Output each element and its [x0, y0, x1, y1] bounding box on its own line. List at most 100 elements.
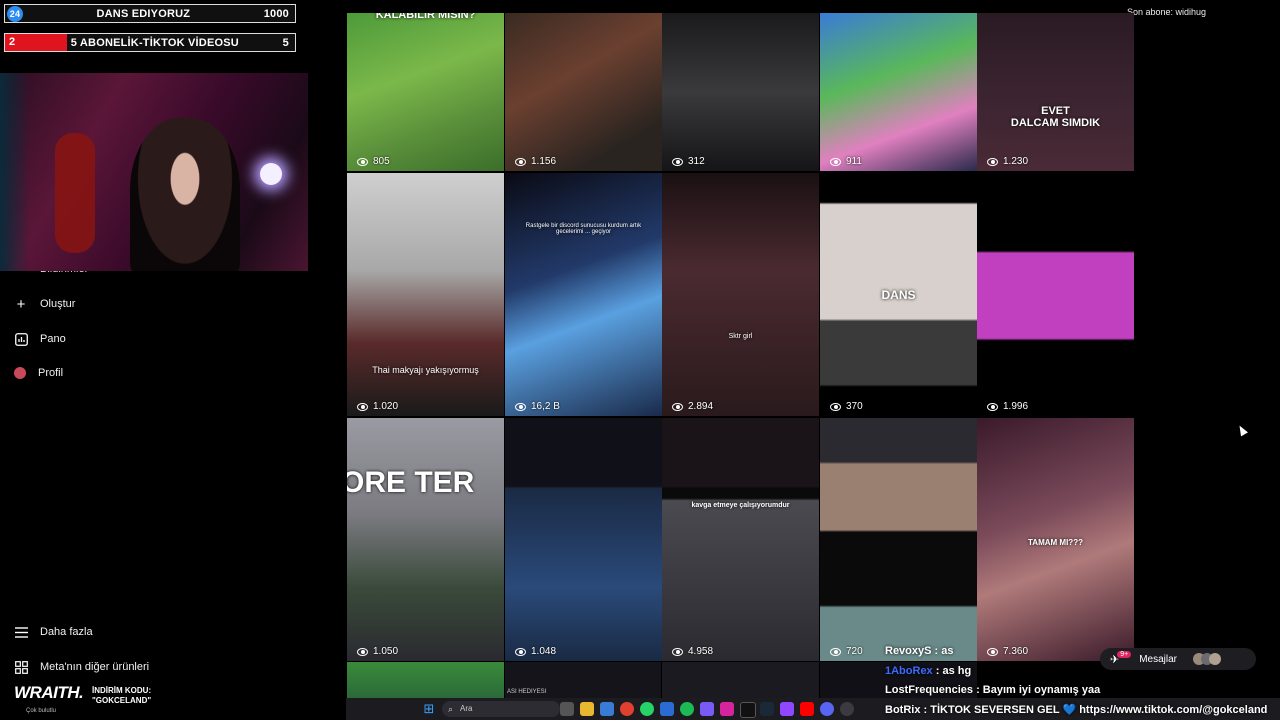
eye-icon — [987, 402, 998, 411]
view-count: 1.156 — [515, 156, 556, 167]
view-count-value: 1.048 — [531, 646, 557, 657]
tile-caption: EVET DALCAM SIMDIK — [1010, 105, 1101, 129]
sponsor-code: İNDİRİM KODU: "GOKCELAND" — [92, 686, 151, 706]
sidebar-item-label: Pano — [40, 333, 66, 345]
view-count: 370 — [830, 401, 863, 412]
steam-icon[interactable] — [760, 702, 774, 716]
chat-message: : as hg — [932, 665, 972, 677]
mouse-cursor — [1236, 423, 1248, 437]
goal-value: 5 — [282, 36, 289, 49]
view-count: 911 — [830, 156, 862, 167]
weather-text: Çok bulutlu — [26, 708, 57, 714]
messages-button[interactable]: ✈ 9+ Mesajlar — [1100, 648, 1256, 670]
goal-bar-subs: 2 5 ABONELİK-TİKTOK VİDEOSU 5 — [4, 33, 296, 52]
view-count-value: 1.050 — [373, 646, 399, 657]
sidebar-item-dashboard[interactable]: Pano — [14, 332, 66, 346]
file-explorer-icon[interactable] — [580, 702, 594, 716]
view-count: 312 — [672, 156, 705, 167]
goal-text: DANS EDIYORUZ — [96, 7, 191, 20]
video-tile[interactable]: Sktr girl 2.894 — [662, 173, 819, 416]
view-count: 720 — [830, 646, 863, 657]
tiktok-icon[interactable] — [740, 702, 756, 718]
meta-products-button[interactable]: Meta'nın diğer ürünleri — [14, 660, 149, 674]
view-count: 16,2 B — [515, 401, 560, 412]
video-tile[interactable]: ORE TER 1.050 — [347, 418, 504, 661]
view-count: 1.050 — [357, 646, 398, 657]
last-subscriber: Son abone: widihug — [1127, 7, 1207, 17]
view-count: 1.048 — [515, 646, 556, 657]
chat-message: : TİKTOK SEVERSEN GEL 💙 https://www.tikt… — [920, 704, 1268, 716]
grid-icon — [14, 660, 28, 674]
vpn-icon[interactable] — [700, 702, 714, 716]
chat-message: : as — [931, 645, 954, 657]
twitch-icon[interactable] — [780, 702, 794, 716]
video-tile[interactable]: KALABILIR MISIN? 805 — [347, 13, 504, 171]
chat-line: BotRix : TİKTOK SEVERSEN GEL 💙 https://w… — [885, 703, 1267, 716]
shelf-shape — [0, 73, 30, 271]
video-tile[interactable]: Rastgele bir discord sunucusu kurdum art… — [505, 173, 662, 416]
chrome-icon[interactable] — [620, 702, 634, 716]
chat-line: LostFrequencies : Bayım iyi oynamış yaa — [885, 684, 1100, 696]
video-tile[interactable]: EVET DALCAM SIMDIK 1.230 — [977, 13, 1134, 171]
windows-start-icon[interactable]: ⊞ — [422, 702, 436, 716]
video-tile[interactable]: 1.996 — [977, 173, 1134, 416]
photoshop-icon[interactable] — [660, 702, 674, 716]
eye-icon — [357, 647, 368, 656]
tile-row4-1[interactable] — [347, 662, 504, 698]
more-button[interactable]: Daha fazla — [14, 625, 93, 639]
tile-caption: KALABILIR MISIN? — [375, 13, 476, 21]
tile-row4-2[interactable]: ASI HEDIYESI — [505, 662, 661, 698]
view-count-value: 911 — [846, 156, 862, 167]
eye-icon — [357, 402, 368, 411]
video-tile[interactable]: 312 — [662, 13, 819, 171]
tile-row4-3[interactable] — [662, 662, 819, 698]
task-view-icon[interactable] — [560, 702, 574, 716]
video-tile[interactable]: 720 — [820, 418, 977, 661]
view-count-value: 312 — [688, 156, 705, 167]
sidebar-item-create[interactable]: + Oluştur — [14, 297, 76, 312]
tile-caption: ORE TER — [347, 466, 475, 499]
meta-label: Meta'nın diğer ürünleri — [40, 661, 150, 673]
whatsapp-icon[interactable] — [640, 702, 654, 716]
instagram-icon[interactable] — [720, 702, 734, 716]
sidebar-item-profile[interactable]: Profil — [14, 367, 63, 379]
search-icon: ⌕ — [448, 704, 454, 714]
view-count-value: 1.020 — [373, 401, 399, 412]
youtube-icon[interactable] — [800, 702, 814, 716]
spotify-icon[interactable] — [680, 702, 694, 716]
taskbar-search[interactable]: ⌕ Ara — [442, 701, 560, 717]
video-tile[interactable]: 1.048 — [505, 418, 662, 661]
tile-caption: DANS — [881, 288, 916, 302]
ring-light — [260, 163, 282, 185]
discord-icon[interactable] — [820, 702, 834, 716]
video-tile[interactable]: DANS 370 — [820, 173, 977, 416]
store-icon[interactable] — [600, 702, 614, 716]
view-count-value: 370 — [846, 401, 863, 412]
more-label: Daha fazla — [40, 626, 93, 638]
streamer-figure — [130, 118, 240, 271]
chat-message: : Bayım iyi oynamış yaa — [973, 684, 1101, 696]
video-tile[interactable]: TAMAM MI??? 7.360 — [977, 418, 1134, 661]
avatar-icon — [14, 367, 26, 379]
view-count-value: 720 — [846, 646, 863, 657]
obs-icon[interactable] — [840, 702, 854, 716]
tile-caption: TAMAM MI??? — [1028, 538, 1083, 547]
tile-caption: Rastgele bir discord sunucusu kurdum art… — [525, 223, 642, 235]
dashboard-icon — [14, 332, 28, 346]
video-tile[interactable]: kavga etmeye çalışıyorumdur 4.958 — [662, 418, 819, 661]
sponsor-code-label: İNDİRİM KODU: — [92, 686, 152, 695]
eye-icon — [830, 157, 841, 166]
eye-icon — [515, 157, 526, 166]
video-tile[interactable]: 1.156 — [505, 13, 662, 171]
eye-icon — [357, 157, 368, 166]
search-label: Ara — [460, 704, 473, 713]
view-count-value: 2.894 — [688, 401, 714, 412]
view-count: 805 — [357, 156, 390, 167]
avatar-stack — [1193, 653, 1221, 665]
eye-icon — [987, 647, 998, 656]
chat-user: 1AboRex — [885, 665, 933, 677]
hamburger-icon — [14, 625, 28, 639]
view-count-value: 16,2 B — [531, 401, 560, 412]
video-tile[interactable]: 911 — [820, 13, 977, 171]
video-tile[interactable]: Thai makyajı yakışıyormuş 1.020 — [347, 173, 504, 416]
